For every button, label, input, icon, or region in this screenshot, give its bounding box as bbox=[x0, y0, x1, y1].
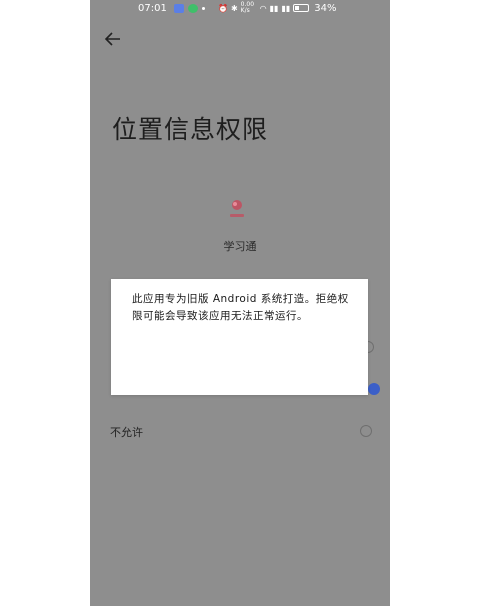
battery-icon bbox=[293, 4, 310, 12]
page-title: 位置信息权限 bbox=[112, 115, 269, 144]
alarm-icon: ⏰ bbox=[218, 3, 228, 13]
status-time: 07:01 bbox=[138, 3, 167, 14]
more-notifications-dot bbox=[202, 7, 205, 10]
dialog-message: 此应用专为旧版 Android 系统打造。拒绝权限可能会导致该应用无法正常运行。 bbox=[132, 293, 349, 322]
signal-icon-2: ▮▮ bbox=[281, 3, 291, 13]
arrow-left-icon bbox=[104, 32, 120, 46]
wechat-icon bbox=[188, 4, 198, 13]
option-radio-deny[interactable] bbox=[360, 425, 372, 437]
network-speed: 0.00 K/s bbox=[240, 1, 255, 14]
option-radio-2-selected[interactable] bbox=[368, 383, 380, 395]
notification-icons bbox=[174, 4, 205, 13]
app-logo-icon bbox=[230, 200, 244, 217]
status-bar: 07:01 ⏰ ✱ 0.00 K/s ◠ ▮▮ ▮▮ 34% bbox=[90, 0, 390, 18]
bluetooth-icon: ✱ bbox=[230, 3, 238, 13]
battery-percent: 34% bbox=[314, 2, 337, 14]
option-label-deny[interactable]: 不允许 bbox=[110, 424, 143, 440]
message-app-icon bbox=[174, 4, 184, 13]
app-name: 学习通 bbox=[223, 240, 257, 253]
back-button[interactable] bbox=[102, 30, 124, 52]
signal-icon: ▮▮ bbox=[269, 3, 279, 13]
system-icons: ⏰ ✱ 0.00 K/s ◠ ▮▮ ▮▮ 34% bbox=[218, 2, 337, 14]
wifi-icon: ◠ bbox=[259, 3, 267, 13]
warning-dialog: 此应用专为旧版 Android 系统打造。拒绝权限可能会导致该应用无法正常运行。 bbox=[111, 279, 368, 395]
